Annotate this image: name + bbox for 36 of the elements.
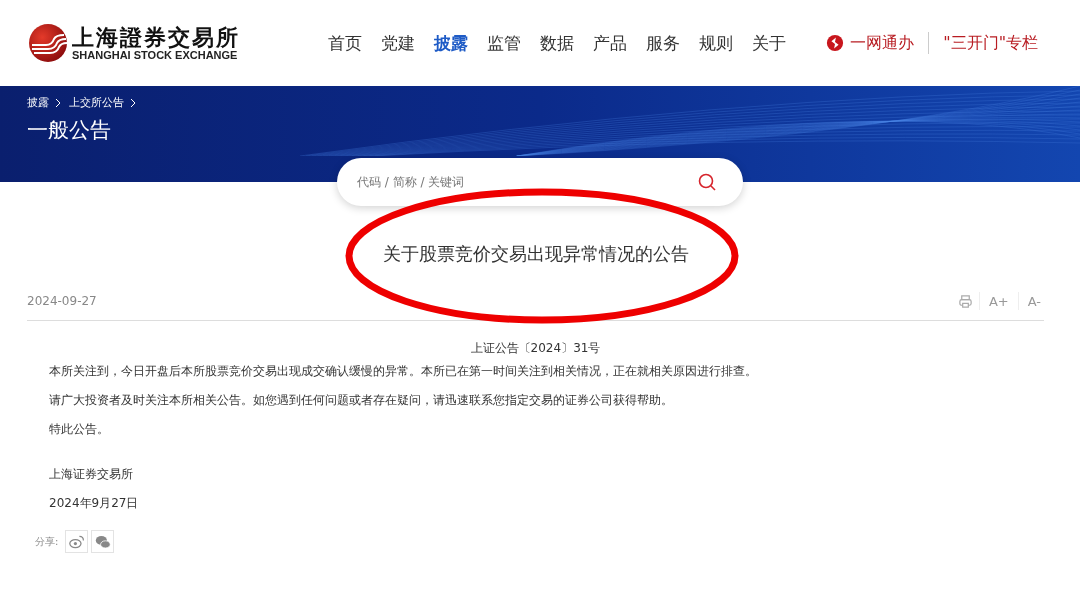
signature-line: 上海证券交易所 xyxy=(49,466,134,483)
chevron-right-icon xyxy=(130,97,136,108)
weibo-share-button[interactable] xyxy=(65,530,89,553)
wechat-icon xyxy=(94,533,111,550)
paragraph: 请广大投资者及时关注本所相关公告。如您遇到任何问题或者存在疑问，请迅速联系您指定交易的证券公司获得帮助。 xyxy=(49,392,674,409)
header-link[interactable]: "三开门"专栏 xyxy=(943,32,1038,54)
nav-link[interactable]: 党建 xyxy=(381,31,416,55)
print-icon[interactable] xyxy=(957,293,973,309)
chevron-right-icon xyxy=(55,97,61,108)
nav-link[interactable]: 关于 xyxy=(752,31,787,55)
nav-link[interactable]: 产品 xyxy=(593,31,628,55)
article-title: 关于股票竞价交易出现异常情况的公告 xyxy=(381,242,690,266)
nav-link[interactable]: 首页 xyxy=(328,31,363,55)
nav-link[interactable]: 服务 xyxy=(646,31,681,55)
nav-link[interactable]: 监管 xyxy=(487,31,522,55)
search-icon[interactable] xyxy=(697,172,717,192)
nav-link[interactable]: 数据 xyxy=(540,31,575,55)
breadcrumb-link[interactable]: 上交所公告 xyxy=(69,95,124,110)
paragraph: 特此公告。 xyxy=(49,421,110,438)
signature-line: 2024年9月27日 xyxy=(49,495,140,512)
document-number: 上证公告〔2024〕31号 xyxy=(469,340,602,357)
logo-icon xyxy=(28,23,68,63)
breadcrumb-link[interactable]: 披露 xyxy=(27,95,49,110)
search-field[interactable]: 代码 / 简称 / 关键词 xyxy=(337,158,743,206)
logo-english-name: SHANGHAI STOCK EXCHANGE xyxy=(72,49,239,62)
share-label: 分享: xyxy=(35,534,59,549)
swirl-logo-icon xyxy=(826,34,845,52)
publish-date: 2024-09-27 xyxy=(27,294,97,308)
page-title: 一般公告 xyxy=(27,117,112,144)
wechat-share-button[interactable] xyxy=(91,530,115,553)
weibo-icon xyxy=(68,533,85,550)
nav-link[interactable]: 披露 xyxy=(434,31,469,55)
paragraph: 本所关注到，今日开盘后本所股票竞价交易出现成交确认缓慢的异常。本所已在第一时间关注到相关情况，正在就相关原因进行排查。 xyxy=(49,363,758,380)
logo-chinese-name: 上海證券交易所 xyxy=(72,24,240,50)
header-link[interactable]: 一网通办 xyxy=(850,32,915,54)
nav-link[interactable]: 规则 xyxy=(699,31,734,55)
